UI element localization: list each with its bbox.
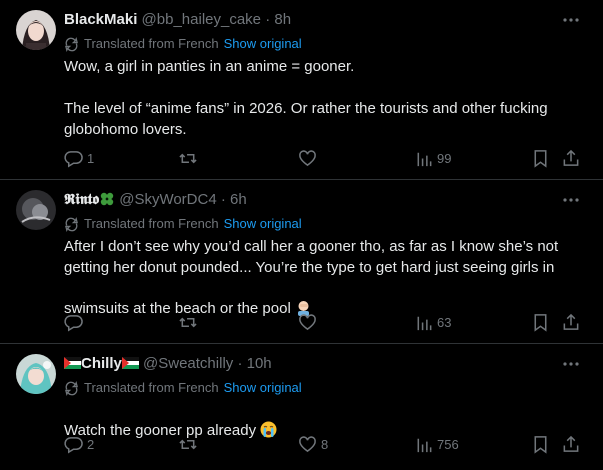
retweet-button[interactable] (178, 434, 202, 454)
reply-tweet[interactable]: Chilly @Sweatchilly · 10h Translated fro… (0, 344, 603, 470)
heart-icon (299, 435, 316, 452)
separator-dot: · (265, 11, 271, 28)
reply-count: 1 (87, 150, 95, 166)
bookmark-button[interactable] (532, 434, 549, 454)
reply-button[interactable]: 1 (64, 148, 94, 168)
retweet-icon (179, 439, 197, 449)
tweet-header: 𝕽𝖎𝖓𝖙𝖔 @SkyWorDC4 · 6h (64, 191, 247, 209)
views-icon (417, 438, 432, 452)
like-count: 8 (321, 436, 329, 452)
more-options-icon[interactable] (561, 190, 581, 210)
reply-icon (64, 150, 83, 167)
share-icon (563, 435, 579, 452)
name-emoji (99, 191, 115, 207)
user-handle[interactable]: @Sweatchilly (143, 355, 233, 372)
retweet-button[interactable] (178, 148, 202, 168)
retweet-icon (179, 153, 197, 163)
views-icon (417, 316, 432, 330)
more-options-icon[interactable] (561, 10, 581, 30)
view-count: 756 (437, 436, 459, 452)
views-button[interactable]: 99 (415, 148, 451, 168)
bookmark-button[interactable] (532, 148, 549, 168)
action-bar: 63 (60, 312, 589, 332)
tweet-header: Chilly @Sweatchilly · 10h (64, 355, 272, 373)
view-count: 63 (437, 314, 452, 330)
retweet-icon (179, 317, 197, 327)
bookmark-button[interactable] (532, 312, 549, 332)
reply-icon (64, 314, 83, 331)
action-bar: 2 8 756 (60, 434, 589, 454)
reply-tweet[interactable]: BlackMaki @bb_hailey_cake · 8h Translate… (0, 0, 603, 180)
flag-emoji (64, 356, 81, 369)
tweet-header: BlackMaki @bb_hailey_cake · 8h (64, 11, 291, 29)
loudly-crying-emoji (260, 400, 277, 438)
retweet-button[interactable] (178, 312, 202, 332)
avatar[interactable] (16, 10, 56, 50)
tweet-text: After I don’t see why you’d call her a g… (64, 236, 584, 319)
bookmark-icon (534, 435, 547, 454)
reply-count: 2 (87, 436, 95, 452)
bookmark-icon (534, 149, 547, 168)
timestamp[interactable]: 8h (274, 11, 291, 28)
reply-icon (64, 436, 83, 453)
avatar[interactable] (16, 354, 56, 394)
show-original-link[interactable]: Show original (224, 380, 302, 396)
translated-label: Translated from French (84, 36, 219, 51)
share-button[interactable] (562, 312, 580, 332)
show-original-link[interactable]: Show original (224, 36, 302, 52)
reply-button[interactable] (64, 312, 87, 332)
display-name[interactable]: BlackMaki (64, 11, 137, 28)
flag-emoji (121, 356, 139, 369)
timestamp[interactable]: 10h (247, 355, 272, 372)
share-button[interactable] (562, 434, 580, 454)
more-options-icon[interactable] (561, 354, 581, 374)
translated-label: Translated from French (84, 380, 219, 395)
user-handle[interactable]: @SkyWorDC4 (119, 191, 216, 208)
like-button[interactable] (298, 148, 321, 168)
translate-icon (65, 36, 78, 52)
translation-notice: Translated from French Show original (64, 36, 302, 52)
bookmark-icon (534, 313, 547, 332)
reply-tweet[interactable]: 𝕽𝖎𝖓𝖙𝖔 @SkyWorDC4 · 6h Translated from Fr… (0, 180, 603, 344)
views-button[interactable]: 63 (415, 312, 451, 332)
like-button[interactable] (298, 312, 321, 332)
facepalm-emoji (295, 278, 312, 316)
view-count: 99 (437, 150, 452, 166)
views-icon (417, 152, 432, 166)
timestamp[interactable]: 6h (230, 191, 247, 208)
translate-icon (65, 216, 78, 232)
user-handle[interactable]: @bb_hailey_cake (142, 11, 261, 28)
avatar[interactable] (16, 190, 56, 230)
share-icon (563, 313, 579, 330)
translation-notice: Translated from French Show original (64, 380, 302, 396)
show-original-link[interactable]: Show original (224, 216, 302, 232)
display-name[interactable]: Chilly (81, 355, 122, 372)
tweet-text: Wow, a girl in panties in an anime = goo… (64, 58, 548, 138)
views-button[interactable]: 756 (415, 434, 459, 454)
separator-dot: · (237, 355, 243, 372)
separator-dot: · (220, 191, 226, 208)
like-button[interactable]: 8 (298, 434, 328, 454)
translated-label: Translated from French (84, 216, 219, 231)
heart-icon (299, 149, 316, 166)
action-bar: 1 99 (60, 148, 589, 168)
share-button[interactable] (562, 148, 580, 168)
reply-button[interactable]: 2 (64, 434, 94, 454)
display-name[interactable]: 𝕽𝖎𝖓𝖙𝖔 (64, 191, 99, 208)
translation-notice: Translated from French Show original (64, 216, 302, 232)
share-icon (563, 149, 579, 166)
translate-icon (65, 380, 78, 396)
heart-icon (299, 313, 316, 330)
